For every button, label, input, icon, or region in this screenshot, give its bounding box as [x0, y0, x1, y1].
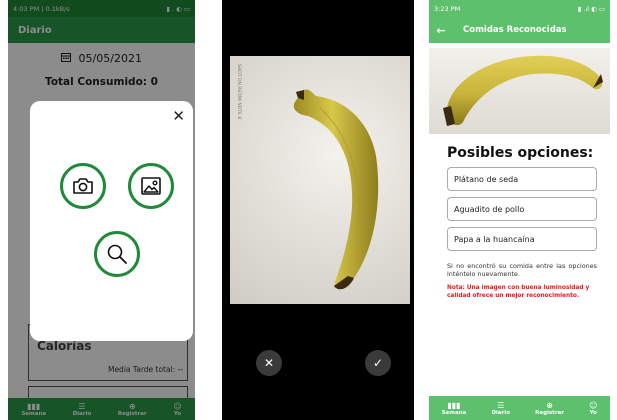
camera-icon — [73, 178, 93, 194]
nav-label: Registrar — [535, 409, 564, 416]
status-bar: 3:23 PM ▮ .ıl ◐ ▭ — [429, 0, 610, 17]
camera-button[interactable] — [60, 163, 106, 209]
recognized-foods-screen: 3:23 PM ▮ .ıl ◐ ▭ ← Comidas Reconocidas … — [429, 0, 610, 420]
captured-photo: SHOT ON REDMI NOTE 8 — [230, 56, 410, 304]
status-time: 3:23 PM — [434, 4, 461, 13]
search-button[interactable] — [94, 231, 140, 277]
camera-preview-screen: SHOT ON REDMI NOTE 8 ✕ ✓ — [222, 0, 414, 420]
banana-image — [293, 89, 379, 290]
discard-button[interactable]: ✕ — [256, 350, 282, 376]
recognized-photo — [429, 48, 610, 134]
bottom-nav: ▮▮▮ Semana ☰ Diario ⊕ Registrar ☺ Yo — [429, 396, 610, 420]
nav-semana[interactable]: ▮▮▮ Semana — [442, 401, 467, 416]
nav-registrar[interactable]: ⊕ Registrar — [535, 401, 564, 416]
nav-yo[interactable]: ☺ Yo — [589, 401, 597, 416]
image-icon — [141, 177, 161, 195]
search-icon — [107, 244, 127, 264]
close-button[interactable]: ✕ — [172, 107, 185, 125]
banana-image — [443, 55, 603, 126]
option-item[interactable]: Aguadito de pollo — [447, 197, 597, 221]
nav-label: Diario — [491, 409, 510, 416]
option-item[interactable]: Papa a la huancaína — [447, 227, 597, 251]
option-item[interactable]: Plátano de seda — [447, 167, 597, 191]
bar-chart-icon: ▮▮▮ — [447, 400, 461, 410]
gallery-button[interactable] — [128, 163, 174, 209]
close-icon: ✕ — [263, 356, 275, 370]
confirm-button[interactable]: ✓ — [365, 350, 391, 376]
add-circle-icon: ⊕ — [546, 400, 553, 410]
person-icon: ☺ — [589, 400, 598, 410]
options-heading: Posibles opciones: — [447, 145, 594, 161]
status-icons: ▮ .ıl ◐ ▭ — [577, 4, 605, 13]
page-title: Comidas Reconocidas — [463, 25, 567, 35]
list-icon: ☰ — [497, 400, 505, 410]
image-source-dialog: ✕ — [30, 101, 193, 341]
back-arrow-icon[interactable]: ← — [429, 24, 453, 37]
check-icon: ✓ — [372, 356, 384, 370]
nav-diario[interactable]: ☰ Diario — [491, 401, 510, 416]
quality-note: Nota: Una imagen con buena luminosidad y… — [447, 285, 590, 300]
diary-screen: 4:03 PM | 0.1kB/s ▮ . ◐ ▭ Diario 05/05/2… — [8, 0, 195, 420]
nav-label: Semana — [441, 409, 467, 416]
nav-label: Yo — [589, 409, 597, 416]
retry-info-text: Si no encontró su comida entre las opcio… — [447, 262, 597, 279]
app-bar: ← Comidas Reconocidas — [429, 17, 610, 43]
